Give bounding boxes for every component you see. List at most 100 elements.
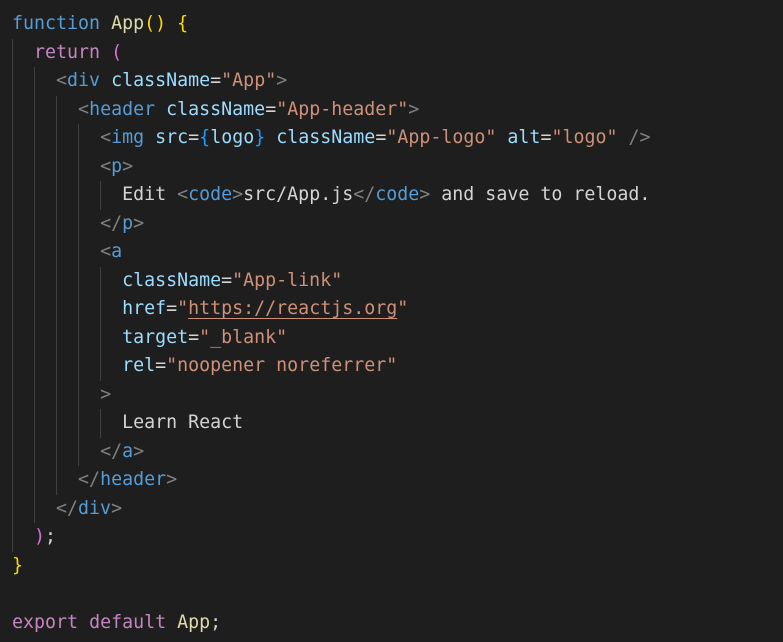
code-token: "noopener noreferrer" (166, 355, 398, 376)
code-token: { (177, 13, 189, 34)
code-token: ) (34, 526, 46, 547)
code-token: code (375, 184, 420, 205)
code-token: "App-logo" (386, 127, 497, 148)
code-token: className (122, 269, 222, 291)
code-token: </ (100, 440, 123, 462)
code-token: target (122, 326, 189, 348)
code-token: a (111, 241, 123, 262)
code-token: > (276, 70, 288, 91)
code-token: div (78, 497, 112, 519)
code-token: = (221, 269, 233, 291)
code-token: > (408, 98, 420, 120)
code-token: > (133, 212, 145, 234)
code-token: "_blank" (199, 326, 288, 348)
code-line[interactable]: <a (12, 238, 122, 266)
code-editor[interactable]: function App() { return ( <div className… (0, 0, 783, 642)
code-token: Edit (122, 184, 178, 205)
code-token: " (177, 298, 189, 319)
code-token: = (375, 127, 387, 148)
code-token: () (144, 13, 167, 34)
code-line[interactable]: rel="noopener noreferrer" (12, 352, 397, 380)
code-line[interactable]: href="https://reactjs.org" (12, 295, 408, 323)
code-token: </ (78, 469, 101, 490)
code-token: div (67, 70, 101, 91)
code-line[interactable]: > (12, 381, 111, 409)
code-token: src (155, 127, 189, 148)
code-token: "App" (221, 70, 277, 91)
code-token: https://reactjs.org (188, 298, 398, 319)
code-line[interactable]: </div> (12, 495, 122, 523)
code-token: < (78, 98, 90, 120)
code-line[interactable]: export default App; (12, 609, 221, 637)
code-token: > (232, 184, 244, 205)
code-line[interactable]: } (12, 552, 23, 580)
code-token: > (419, 184, 431, 205)
code-token: = (210, 70, 222, 91)
code-token: } (254, 127, 266, 148)
code-token: { (199, 127, 211, 148)
code-line[interactable]: function App() { (12, 10, 188, 38)
code-line[interactable]: className="App-link" (12, 267, 342, 295)
code-line[interactable]: ); (12, 523, 56, 551)
code-token: "App-link" (232, 269, 343, 291)
code-token: logo (210, 127, 255, 148)
code-token: </ (56, 497, 79, 519)
code-token: = (540, 127, 552, 148)
code-line[interactable]: <div className="App"> (12, 67, 287, 95)
code-line[interactable]: </a> (12, 438, 144, 466)
code-token: < (177, 184, 189, 205)
code-token: = (265, 98, 277, 120)
code-line[interactable]: Learn React (12, 409, 243, 437)
code-token: > (133, 440, 145, 462)
code-line[interactable]: </p> (12, 210, 144, 238)
code-token: href (122, 298, 167, 319)
code-line[interactable]: return ( (12, 39, 122, 67)
code-line[interactable]: Edit <code>src/App.js</code> and save to… (12, 181, 650, 209)
code-token: p (122, 212, 134, 234)
code-token: default (89, 611, 167, 633)
code-token: header (89, 98, 156, 120)
code-token: a (122, 440, 134, 462)
code-token: code (188, 184, 233, 205)
code-token: = (155, 355, 167, 376)
code-line[interactable]: target="_blank" (12, 324, 287, 352)
code-token: = (188, 326, 200, 348)
code-token: > (111, 497, 123, 519)
code-token: < (100, 241, 112, 262)
code-line[interactable]: </header> (12, 466, 177, 494)
code-token: "logo" (551, 127, 618, 148)
code-token: App (177, 611, 211, 633)
code-token: } (12, 554, 24, 576)
code-token: ( (111, 41, 123, 63)
code-token: < (100, 127, 112, 148)
code-token: </ (353, 184, 376, 205)
code-token: src/App.js (243, 184, 354, 205)
code-line[interactable]: <img src={logo} className="App-logo" alt… (12, 124, 651, 152)
code-token: img (111, 127, 145, 148)
code-line[interactable]: <p> (12, 153, 133, 181)
code-token: and save to reload. (430, 184, 651, 205)
code-line[interactable]: <header className="App-header"> (12, 96, 419, 124)
code-token: /> (628, 127, 651, 148)
